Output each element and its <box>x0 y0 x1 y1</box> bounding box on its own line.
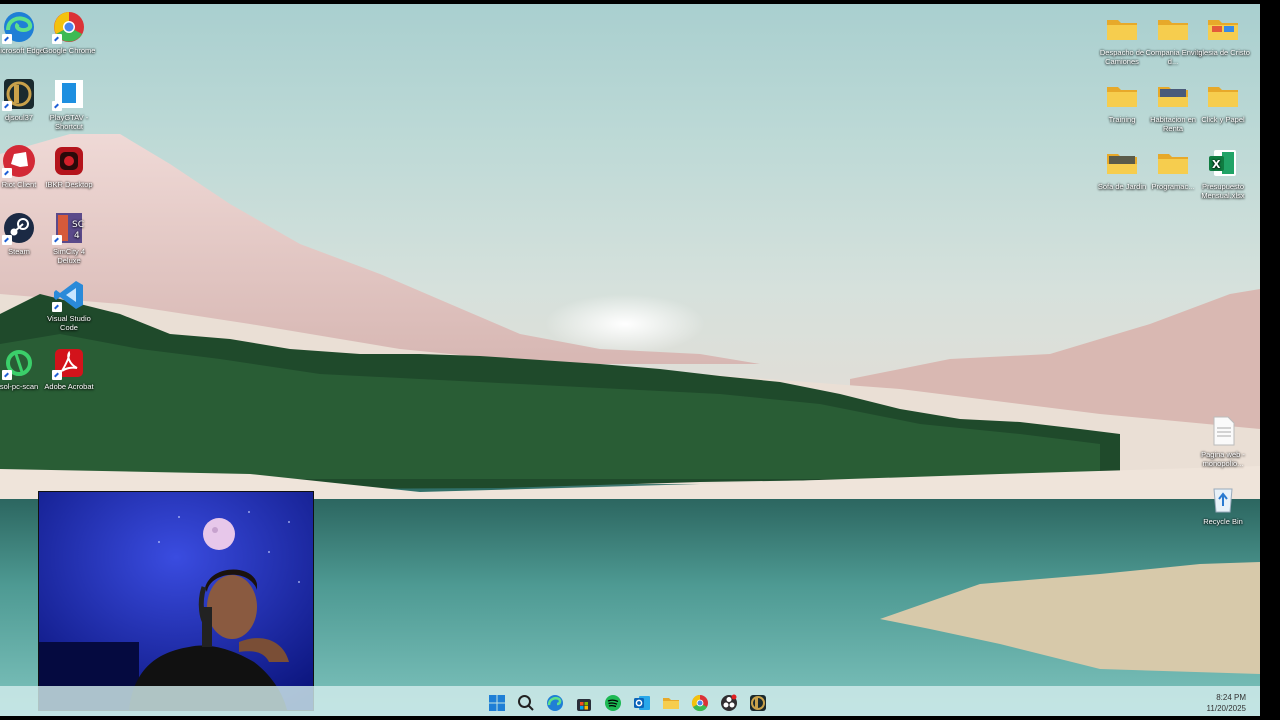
desktop-icon-riot[interactable]: Riot Client <box>0 144 47 189</box>
store-icon <box>577 699 591 711</box>
taskbar-file-explorer[interactable] <box>660 692 682 714</box>
desktop-folder-iglesia[interactable]: Iglesia de Cristo <box>1195 12 1251 57</box>
steam-icon <box>2 211 36 245</box>
desktop-icon-scan[interactable]: sol-pc-scan <box>0 346 47 391</box>
outlook-icon <box>634 696 650 710</box>
obs-icon <box>721 694 737 711</box>
webcam-overlay <box>38 491 314 711</box>
simcity-icon: SC 4 <box>52 211 86 245</box>
desktop-icon-vscode[interactable]: Visual Studio Code <box>41 278 97 332</box>
folder-icon <box>1156 146 1190 180</box>
taskbar-chrome[interactable] <box>689 692 711 714</box>
gtav-icon <box>52 77 86 111</box>
desktop-file-presupuesto[interactable]: X Presupuesto Mensual.xlsx <box>1195 146 1251 200</box>
taskbar-obs[interactable] <box>718 692 740 714</box>
edge-icon <box>547 695 563 711</box>
desktop-icon-chrome[interactable]: Google Chrome <box>41 10 97 55</box>
taskbar-outlook[interactable] <box>631 692 653 714</box>
desktop-file-pagina-web[interactable]: Pagina web - monopolio... <box>1195 414 1251 468</box>
spotify-icon <box>605 695 621 711</box>
desktop-icon-ibkr[interactable]: IBKR Desktop <box>41 144 97 189</box>
desktop-icon-simcity[interactable]: SC 4 SimCity 4 Deluxe <box>41 211 97 265</box>
folder-icon <box>1105 12 1139 46</box>
desktop-folder-click-papel[interactable]: Click y Papel <box>1195 79 1251 124</box>
desktop: Microsoft Edge Google Chrome djsoul37 Pl… <box>0 4 1260 716</box>
acrobat-icon <box>52 346 86 380</box>
start-icon <box>489 695 505 711</box>
svg-text:4: 4 <box>74 231 80 241</box>
vscode-icon <box>52 278 86 312</box>
desktop-folder-habitacion[interactable]: Habitacion en Renta <box>1145 79 1201 133</box>
taskbar-search-button[interactable] <box>515 692 537 714</box>
riot-icon <box>2 144 36 178</box>
league-icon <box>750 695 766 711</box>
desktop-folder-despacho[interactable]: Despacho de Camiones <box>1094 12 1150 66</box>
taskbar-spotify[interactable] <box>602 692 624 714</box>
document-icon <box>1206 414 1240 448</box>
desktop-folder-sofa[interactable]: Sofa de Jardin <box>1094 146 1150 191</box>
desktop-recycle-bin[interactable]: Recycle Bin <box>1195 481 1251 526</box>
edge-icon <box>2 10 36 44</box>
desktop-folder-compania[interactable]: Compania Envio d... <box>1145 12 1201 66</box>
chrome-icon <box>52 10 86 44</box>
taskbar: 8:24 PM 11/20/2025 <box>0 686 1260 716</box>
folder-image-icon <box>1105 146 1139 180</box>
desktop-icon-league[interactable]: djsoul37 <box>0 77 47 122</box>
recycle-bin-icon <box>1206 481 1240 515</box>
taskbar-store[interactable] <box>573 692 595 714</box>
svg-text:X: X <box>1212 158 1221 171</box>
desktop-icon-steam[interactable]: Steam <box>0 211 47 256</box>
webcam-feed <box>39 492 313 710</box>
svg-text:SC: SC <box>72 220 84 230</box>
clock-date: 11/20/2025 <box>1206 704 1246 713</box>
file-explorer-icon <box>663 698 679 709</box>
folder-icon <box>1206 79 1240 113</box>
system-clock[interactable]: 8:24 PM 11/20/2025 <box>1207 692 1246 714</box>
league-icon <box>2 77 36 111</box>
folder-image-icon <box>1156 79 1190 113</box>
desktop-folder-training[interactable]: Training <box>1094 79 1150 124</box>
chrome-icon <box>691 694 708 712</box>
start-button[interactable] <box>486 692 508 714</box>
search-icon <box>518 695 534 711</box>
desktop-icon-acrobat[interactable]: Adobe Acrobat <box>41 346 97 391</box>
folder-icon <box>1206 12 1240 46</box>
excel-icon: X <box>1206 146 1240 180</box>
desktop-icon-edge[interactable]: Microsoft Edge <box>0 10 47 55</box>
taskbar-edge[interactable] <box>544 692 566 714</box>
folder-icon <box>1156 12 1190 46</box>
ibkr-icon <box>52 144 86 178</box>
taskbar-league[interactable] <box>747 692 769 714</box>
clock-time: 8:24 PM <box>1216 693 1246 702</box>
desktop-folder-programac[interactable]: Programac... <box>1145 146 1201 191</box>
scan-icon <box>2 346 36 380</box>
desktop-icon-gtav[interactable]: PlayGTAV - Shortcut <box>41 77 97 131</box>
folder-icon <box>1105 79 1139 113</box>
